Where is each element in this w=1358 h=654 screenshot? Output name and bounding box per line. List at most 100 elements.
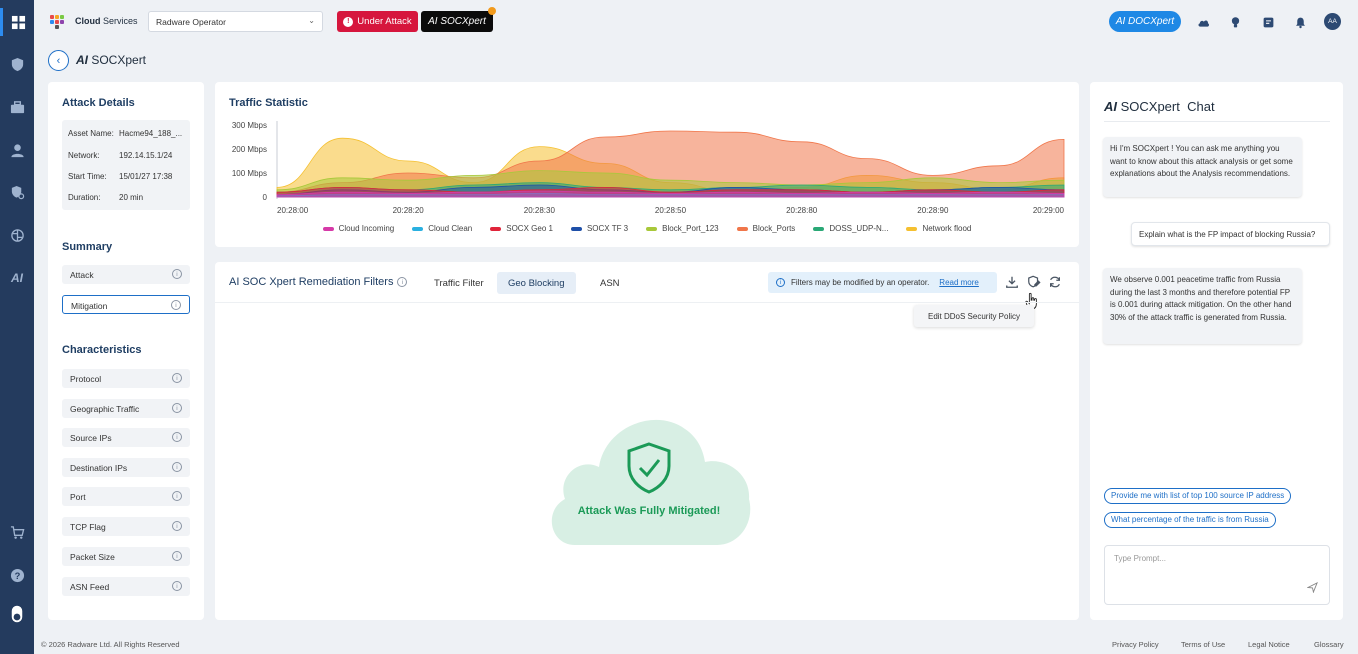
bell-icon[interactable]: [1291, 13, 1309, 31]
legend-label: Cloud Incoming: [338, 224, 395, 233]
lightbulb-icon[interactable]: [1226, 13, 1244, 31]
edit-policy-shield-icon[interactable]: [1027, 275, 1043, 291]
tab-geo-blocking[interactable]: Geo Blocking: [497, 272, 576, 294]
app-name: Cloud Services: [75, 16, 138, 26]
char-item-protocol[interactable]: Protocol i: [62, 369, 190, 388]
page-title: AI SOCXpert: [76, 53, 147, 67]
traffic-chart: 300 Mbps 200 Mbps 100 Mbps 0 20:28:00 20:28:2…: [232, 121, 1065, 215]
x-tick-label: 20:28:50: [655, 206, 687, 215]
tab-asn[interactable]: ASN: [589, 272, 631, 294]
info-icon: i: [171, 300, 181, 310]
suggestion-chip[interactable]: Provide me with list of top 100 source I…: [1104, 488, 1292, 504]
attack-details-box: Asset Name: Hacme94_188_... Network: 192.1…: [62, 120, 190, 210]
summary-item-mitigation[interactable]: Mitigation i: [62, 295, 190, 314]
char-item-geographic-traffic[interactable]: Geographic Traffic i: [62, 399, 190, 418]
x-tick-label: 20:28:00: [277, 206, 309, 215]
info-icon: i: [172, 551, 182, 561]
char-item-asn-feed[interactable]: ASN Feed i: [62, 577, 190, 596]
char-item-tcp-flag[interactable]: TCP Flag i: [62, 517, 190, 536]
prompt-input[interactable]: Type Prompt...: [1104, 545, 1330, 605]
info-icon: i: [172, 269, 182, 279]
footer-link-legal[interactable]: Legal Notice: [1248, 640, 1290, 649]
summary-item-attack[interactable]: Attack i: [62, 265, 190, 284]
chevron-down-icon: ⌄: [308, 16, 315, 25]
back-button[interactable]: ‹: [48, 50, 69, 71]
suggestion-chip[interactable]: What percentage of the traffic is from R…: [1104, 512, 1276, 528]
x-tick-label: 20:28:30: [524, 206, 556, 215]
legend-item[interactable]: Cloud Clean: [412, 224, 472, 233]
x-tick-label: 20:28:20: [393, 206, 425, 215]
legend-item[interactable]: Network flood: [906, 224, 971, 233]
footer-link-privacy[interactable]: Privacy Policy: [1112, 640, 1159, 649]
legend-item[interactable]: Block_Ports: [736, 224, 796, 233]
info-icon: i: [776, 278, 785, 287]
docxpert-button[interactable]: AI DOCXpert: [1109, 11, 1181, 32]
download-icon[interactable]: [1005, 275, 1021, 291]
theme-toggle-icon[interactable]: [0, 600, 34, 628]
legend-swatch: [736, 226, 748, 231]
under-attack-button[interactable]: ! Under Attack: [337, 11, 418, 32]
send-icon[interactable]: [1307, 582, 1318, 593]
ai-icon[interactable]: AI: [0, 264, 34, 292]
notification-dot: [488, 7, 496, 15]
legend-label: Network flood: [922, 224, 972, 233]
y-tick-label: 100 Mbps: [232, 169, 267, 178]
chat-message-user: Explain what is the FP impact of blockin…: [1131, 222, 1330, 246]
tenant-select[interactable]: Radware Operator ⌄: [148, 11, 323, 32]
read-more-link[interactable]: Read more: [939, 278, 979, 287]
detail-row-asset: Asset Name: Hacme94_188_...: [68, 129, 183, 138]
avatar[interactable]: AA: [1324, 13, 1341, 30]
notes-icon[interactable]: [1259, 13, 1277, 31]
traffic-statistic-card: Traffic Statistic 300 Mbps 200 Mbps 100 Mb…: [215, 82, 1079, 247]
char-item-port[interactable]: Port i: [62, 487, 190, 506]
help-icon[interactable]: ?: [0, 561, 34, 589]
info-icon: i: [172, 462, 182, 472]
mitigated-message: Attack Was Fully Mitigated!: [577, 505, 721, 517]
legend-swatch: [490, 226, 502, 231]
info-icon: i: [172, 373, 182, 383]
info-icon: i: [172, 581, 182, 591]
tab-traffic-filter[interactable]: Traffic Filter: [423, 272, 495, 294]
brain-icon[interactable]: [0, 221, 34, 249]
shield-search-icon[interactable]: [0, 178, 34, 206]
user-icon[interactable]: [0, 136, 34, 164]
legend-item[interactable]: Block_Port_123: [646, 224, 719, 233]
shield-icon[interactable]: [0, 50, 34, 78]
remediation-filters-card: AI SOC Xpert Remediation Filters i Traffi…: [215, 262, 1079, 620]
legend-swatch: [906, 226, 918, 231]
legend-item[interactable]: SOCX TF 3: [570, 224, 628, 233]
briefcase-icon[interactable]: [0, 93, 34, 121]
chart-legend: Cloud Incoming Cloud Clean SOCX Geo 1 SOCX …: [215, 224, 1079, 233]
cart-icon[interactable]: [0, 518, 34, 546]
footer-link-terms[interactable]: Terms of Use: [1181, 640, 1225, 649]
cloud-alert-icon[interactable]: [1194, 13, 1212, 31]
y-tick-label: 300 Mbps: [232, 121, 267, 130]
footer-copyright: © 2026 Radware Ltd. All Rights Reserved: [41, 640, 180, 649]
refresh-icon[interactable]: [1048, 275, 1064, 291]
legend-label: Cloud Clean: [428, 224, 473, 233]
char-item-packet-size[interactable]: Packet Size i: [62, 547, 190, 566]
char-item-source-ips[interactable]: Source IPs i: [62, 428, 190, 447]
chat-message-bot: Hi I'm SOCXpert ! You can ask me anythin…: [1103, 137, 1302, 197]
dashboard-icon[interactable]: [0, 8, 34, 36]
footer-link-glossary[interactable]: Glossary: [1314, 640, 1344, 649]
legend-item[interactable]: DOSS_UDP-N...: [813, 224, 888, 233]
y-tick-label: 200 Mbps: [232, 145, 267, 154]
info-icon: i: [172, 521, 182, 531]
info-icon: i: [172, 403, 182, 413]
info-icon: i: [172, 491, 182, 501]
socxpert-button[interactable]: AI SOCXpert: [421, 7, 496, 32]
top-bar: Cloud Services Radware Operator ⌄ ! Under …: [34, 0, 1358, 44]
summary-title: Summary: [62, 241, 113, 253]
legend-label: Block_Ports: [752, 224, 796, 233]
legend-label: DOSS_UDP-N...: [829, 224, 889, 233]
char-item-destination-ips[interactable]: Destination IPs i: [62, 458, 190, 477]
legend-swatch: [322, 226, 334, 231]
legend-item[interactable]: SOCX Geo 1: [490, 224, 553, 233]
legend-item[interactable]: Cloud Incoming: [322, 224, 395, 233]
info-icon[interactable]: i: [397, 277, 408, 287]
chat-message-bot: We observe 0.001 peacetime traffic from …: [1103, 268, 1302, 344]
legend-swatch: [813, 226, 825, 231]
chat-panel: AI SOCXpert Chat Hi I'm SOCXpert ! You c…: [1090, 82, 1343, 620]
info-icon: i: [172, 432, 182, 442]
